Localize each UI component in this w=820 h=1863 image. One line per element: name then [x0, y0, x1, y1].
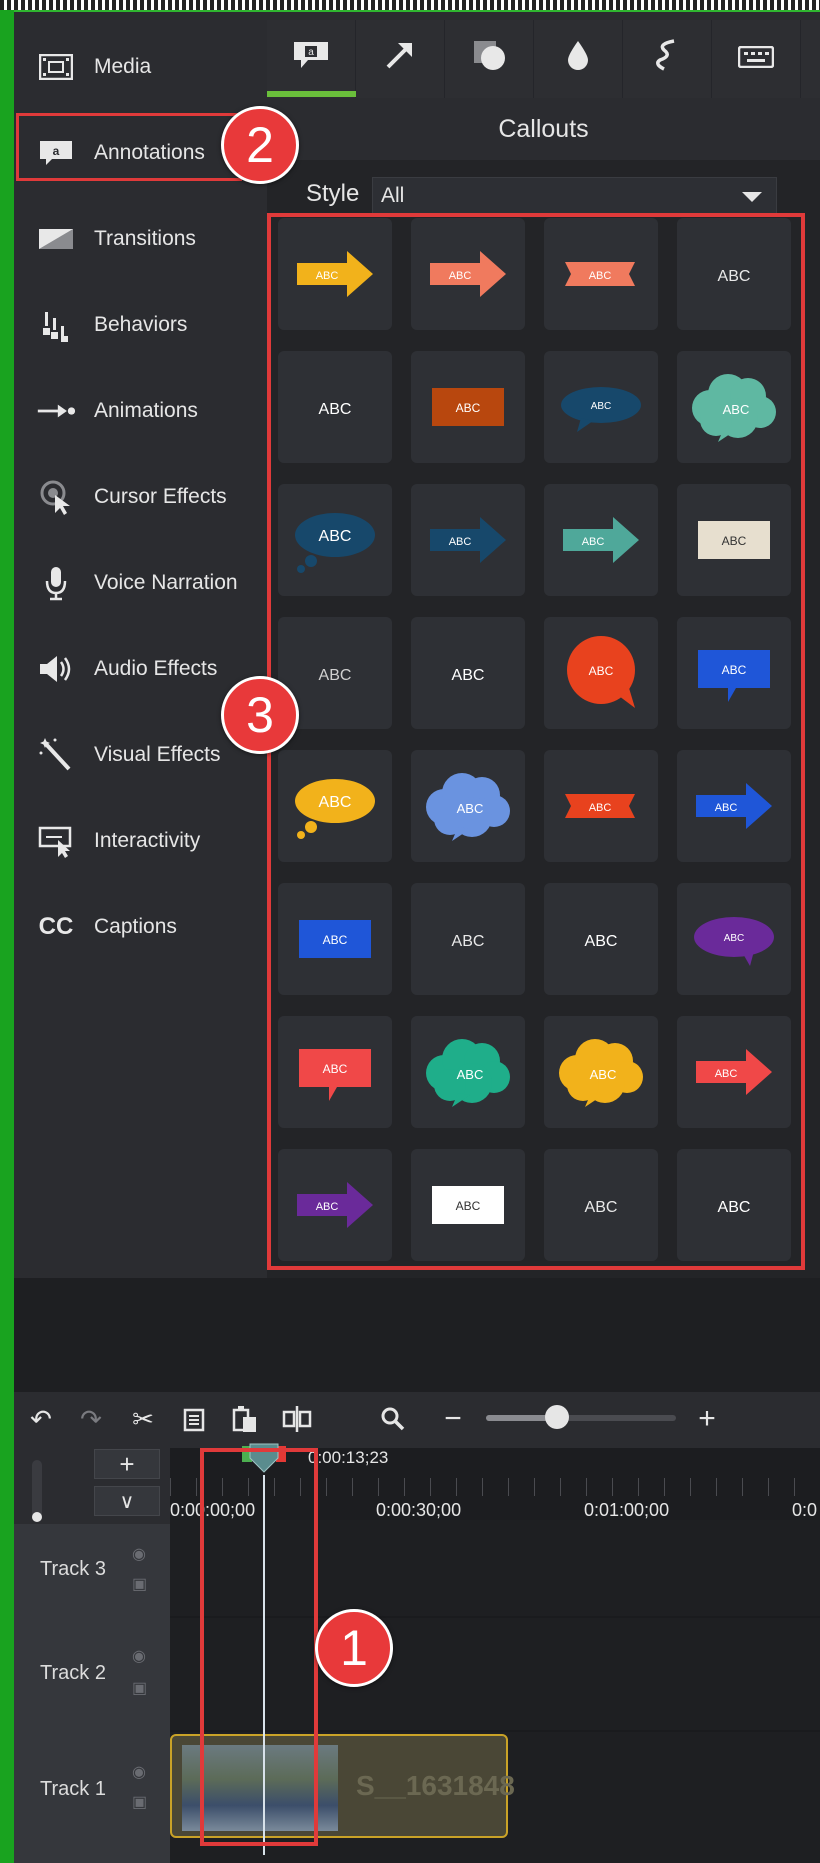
clip-name: S__1631848 — [356, 1770, 515, 1801]
sidebar-item-label: Animations — [94, 399, 198, 422]
eye-icon[interactable]: ◉ — [132, 1646, 146, 1666]
playhead-highlight-box — [200, 1448, 318, 1846]
playhead-time: 0:00:13;23 — [308, 1448, 389, 1467]
sidebar-item-label: Captions — [94, 915, 177, 938]
sidebar-item-transitions[interactable]: Transitions — [14, 202, 267, 276]
selection-border — [0, 0, 820, 10]
sidebar-item-label: Voice Narration — [94, 571, 238, 594]
tick-label: 0:00:30;00 — [376, 1500, 462, 1520]
tick-label: 0:0 — [792, 1500, 818, 1520]
behaviors-icon — [36, 305, 76, 345]
shape-icon — [472, 39, 506, 79]
cut-icon[interactable]: ✂ — [126, 1400, 160, 1438]
tab-callouts[interactable]: a — [267, 20, 356, 98]
annotations-highlight-box — [16, 113, 242, 181]
tools-sidebar: Media a Annotations Transitions Behavior… — [14, 20, 267, 1278]
canvas-gap — [14, 1278, 820, 1392]
copy-icon[interactable] — [178, 1400, 212, 1438]
blur-drop-icon — [566, 39, 590, 79]
tab-keystroke[interactable] — [712, 20, 801, 98]
sketch-motion-icon — [652, 38, 682, 80]
keyboard-icon — [737, 42, 775, 76]
paste-icon[interactable] — [228, 1400, 262, 1438]
step-badge-1: 1 — [315, 1609, 393, 1687]
sidebar-item-label: Media — [94, 55, 152, 78]
zoom-out-icon[interactable]: − — [436, 1400, 470, 1438]
active-tab-indicator — [267, 91, 356, 97]
lock-icon[interactable]: ▣ — [132, 1678, 147, 1698]
sidebar-item-label: Audio Effects — [94, 657, 218, 680]
sidebar-item-captions[interactable]: CC Captions — [14, 890, 267, 964]
tab-sketch-motion[interactable] — [623, 20, 712, 98]
transition-icon — [36, 219, 76, 259]
track-name: Track 3 — [40, 1558, 106, 1580]
lock-icon[interactable]: ▣ — [132, 1792, 147, 1812]
add-track-button[interactable]: + — [94, 1449, 160, 1479]
window-border — [0, 0, 14, 1863]
sidebar-item-behaviors[interactable]: Behaviors — [14, 288, 267, 362]
tab-arrows[interactable] — [356, 20, 445, 98]
volume-slider-handle[interactable] — [32, 1512, 42, 1522]
redo-icon[interactable]: ↷ — [74, 1400, 108, 1438]
panel-title: Callouts — [267, 98, 820, 160]
tab-shapes[interactable] — [445, 20, 534, 98]
track-header[interactable]: Track 3 ◉ ▣ — [14, 1524, 170, 1616]
interactivity-icon — [36, 821, 76, 861]
sidebar-item-label: Transitions — [94, 227, 196, 250]
undo-icon[interactable]: ↶ — [24, 1400, 58, 1438]
track-options-button[interactable]: ∨ — [94, 1486, 160, 1516]
sidebar-item-interactivity[interactable]: Interactivity — [14, 804, 267, 878]
track-row: Track 3 ◉ ▣ — [14, 1524, 820, 1618]
zoom-in-icon[interactable]: + — [690, 1400, 724, 1438]
chevron-down-icon — [742, 192, 762, 202]
callout-icon: a — [292, 40, 330, 78]
track-name: Track 1 — [40, 1778, 106, 1800]
animation-arrow-icon — [36, 391, 76, 431]
style-dropdown-value: All — [381, 184, 405, 207]
eye-icon[interactable]: ◉ — [132, 1544, 146, 1564]
sidebar-item-label: Visual Effects — [94, 743, 221, 766]
sidebar-item-cursor-effects[interactable]: Cursor Effects — [14, 460, 267, 534]
arrow-icon — [384, 39, 416, 79]
step-badge-2: 2 — [221, 106, 299, 184]
track-row: Track 2 ◉ ▣ — [14, 1616, 820, 1732]
sidebar-item-label: Interactivity — [94, 829, 201, 852]
split-icon[interactable] — [280, 1400, 314, 1438]
sidebar-item-voice-narration[interactable]: Voice Narration — [14, 546, 267, 620]
speaker-icon — [36, 649, 76, 689]
film-strip-icon — [36, 47, 76, 87]
sidebar-item-animations[interactable]: Animations — [14, 374, 267, 448]
zoom-slider-handle[interactable] — [545, 1405, 569, 1429]
sidebar-item-label: Cursor Effects — [94, 485, 227, 508]
track-name: Track 2 — [40, 1662, 106, 1684]
tab-blur-highlight[interactable] — [534, 20, 623, 98]
cc-icon: CC — [38, 913, 74, 940]
track-header[interactable]: Track 2 ◉ ▣ — [14, 1616, 170, 1730]
style-label: Style — [306, 180, 360, 207]
microphone-icon — [36, 563, 76, 603]
cursor-effects-icon — [36, 477, 76, 517]
magic-wand-icon — [36, 735, 76, 775]
lock-icon[interactable]: ▣ — [132, 1574, 147, 1594]
annotation-type-tabs: a — [267, 20, 820, 98]
sidebar-item-label: Behaviors — [94, 313, 188, 336]
callout-gallery-highlight-box — [267, 213, 805, 1270]
sidebar-item-media[interactable]: Media — [14, 30, 267, 104]
app-window: Media a Annotations Transitions Behavior… — [0, 0, 820, 1863]
eye-icon[interactable]: ◉ — [132, 1762, 146, 1782]
tick-label: 0:01:00;00 — [584, 1500, 670, 1520]
search-icon[interactable] — [376, 1400, 410, 1438]
style-dropdown[interactable]: All — [372, 177, 777, 215]
step-badge-3: 3 — [221, 676, 299, 754]
svg-text:a: a — [308, 47, 314, 58]
track-header[interactable]: Track 1 ◉ ▣ — [14, 1730, 170, 1863]
